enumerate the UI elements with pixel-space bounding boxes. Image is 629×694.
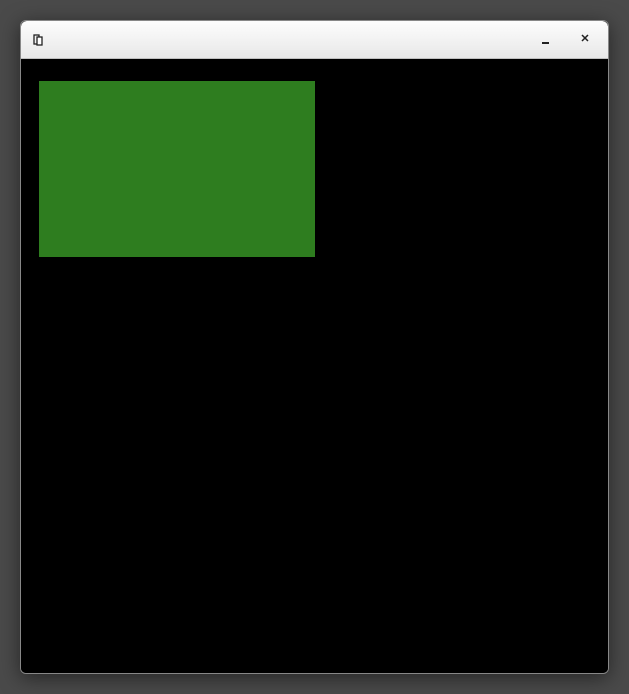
application-window xyxy=(20,20,609,674)
titlebar-left xyxy=(31,33,53,47)
window-content-canvas xyxy=(21,59,608,673)
close-button[interactable] xyxy=(578,33,592,47)
minimize-button[interactable] xyxy=(538,33,552,47)
app-icon xyxy=(31,33,45,47)
window-titlebar[interactable] xyxy=(21,21,608,59)
green-rectangle xyxy=(39,81,315,257)
titlebar-right xyxy=(538,33,598,47)
desktop-background xyxy=(0,0,629,694)
